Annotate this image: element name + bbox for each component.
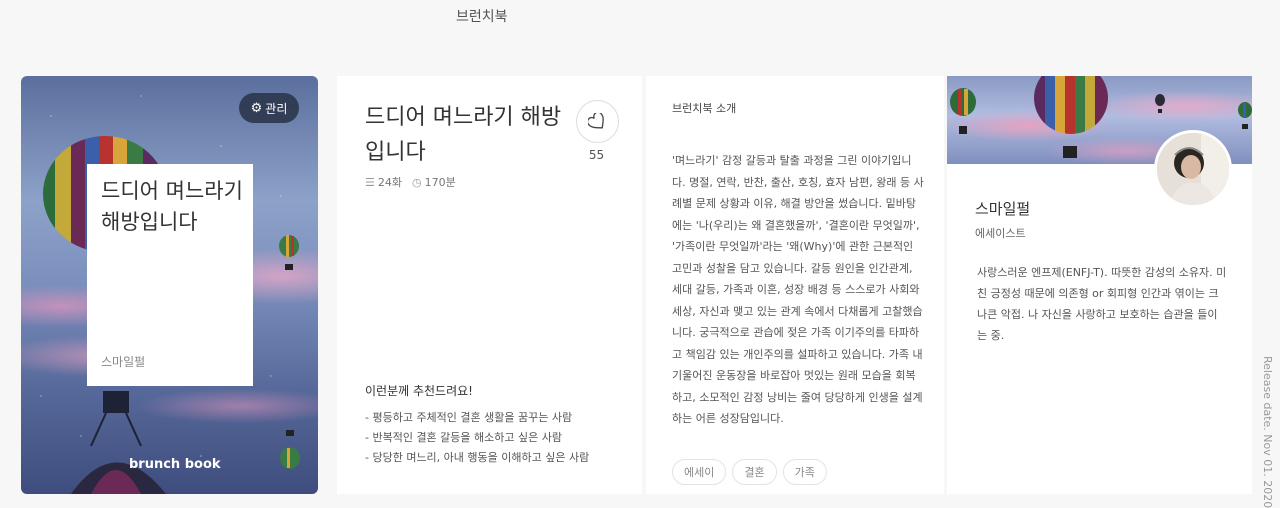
intro-heading: 브런치북 소개 — [672, 102, 737, 115]
manage-label: 관리 — [265, 101, 288, 116]
list-icon: ☰ — [365, 176, 375, 189]
cover-title: 드디어 며느라기 해방입니다 — [101, 179, 243, 234]
recommend-item: - 반복적인 결혼 갈등을 해소하고 싶은 사람 — [365, 431, 562, 444]
keyword-tags: 에세이 결혼 가족 — [672, 459, 827, 485]
banner-balloon-tiny — [1155, 94, 1165, 113]
tag-family[interactable]: 가족 — [782, 459, 827, 485]
hot-air-balloon-reflection — [71, 391, 166, 494]
like-count: 55 — [588, 148, 605, 162]
duration-value: 170분 — [424, 176, 456, 189]
banner-balloon-left — [950, 88, 976, 134]
recommend-title: 이런분께 추천드려요! — [365, 384, 473, 398]
banner-balloon-right — [1238, 102, 1252, 129]
recommend-item: - 평등하고 주체적인 결혼 생활을 꿈꾸는 사람 — [365, 411, 573, 424]
cover-title-card: 드디어 며느라기 해방입니다 스마일펄 — [87, 164, 253, 386]
recommend-item: - 당당한 며느리, 아내 행동을 이해하고 싶은 사람 — [365, 451, 590, 464]
gear-icon: ⚙ — [250, 100, 263, 116]
book-intro-panel: 브런치북 소개 '며느라기' 감정 갈등과 탈출 과정을 그린 이야기입니다. … — [646, 76, 944, 494]
author-bio: 사랑스러운 엔프제(ENFJ-T). 따뜻한 감성의 소유자. 미친 긍정성 때… — [977, 266, 1227, 342]
book-title: 드디어 며느라기 해방입니다 — [365, 105, 562, 165]
author-avatar[interactable] — [1154, 130, 1232, 208]
author-name[interactable]: 스마일펄 — [975, 198, 1030, 219]
recommend-list: - 평등하고 주체적인 결혼 생활을 꿈꾸는 사람 - 반복적인 결혼 갈등을 … — [365, 408, 589, 468]
author-role: 에세이스트 — [975, 227, 1026, 240]
author-panel: 스마일펄 에세이스트 사랑스러운 엔프제(ENFJ-T). 따뜻한 감성의 소유… — [947, 76, 1252, 494]
episodes-count: 24화 — [377, 176, 402, 189]
cover-author: 스마일펄 — [101, 355, 146, 369]
book-cover: ⚙ 관리 드디어 며느라기 해방입니다 스마일펄 brunch book — [21, 76, 318, 494]
book-meta: ☰ 24화 ◷ 170분 — [365, 174, 456, 190]
intro-text: '며느라기' 감정 갈등과 탈출 과정을 그린 이야기입니다. 명절, 연락, … — [672, 154, 924, 425]
tag-essay[interactable]: 에세이 — [672, 459, 727, 485]
hot-air-balloon-reflection-small — [280, 430, 300, 469]
episodes: ☰ 24화 — [365, 174, 402, 190]
heart-icon — [587, 112, 604, 128]
avatar-image — [1157, 133, 1229, 205]
hot-air-balloon-small — [279, 235, 299, 270]
tag-marriage[interactable]: 결혼 — [732, 459, 777, 485]
like-button[interactable] — [576, 100, 619, 143]
release-date: Release date. Nov 01. 2020 — [1261, 356, 1274, 508]
manage-button[interactable]: ⚙ 관리 — [239, 93, 299, 123]
top-title: 브런치북 — [456, 9, 508, 25]
clock-icon: ◷ — [412, 176, 422, 189]
brunch-book-logo: brunch book — [129, 457, 221, 472]
book-info-panel: 드디어 며느라기 해방입니다 ☰ 24화 ◷ 170분 55 이런분께 추천드려요!… — [337, 76, 642, 494]
banner-balloon-center — [1034, 76, 1108, 158]
duration: ◷ 170분 — [412, 174, 456, 190]
